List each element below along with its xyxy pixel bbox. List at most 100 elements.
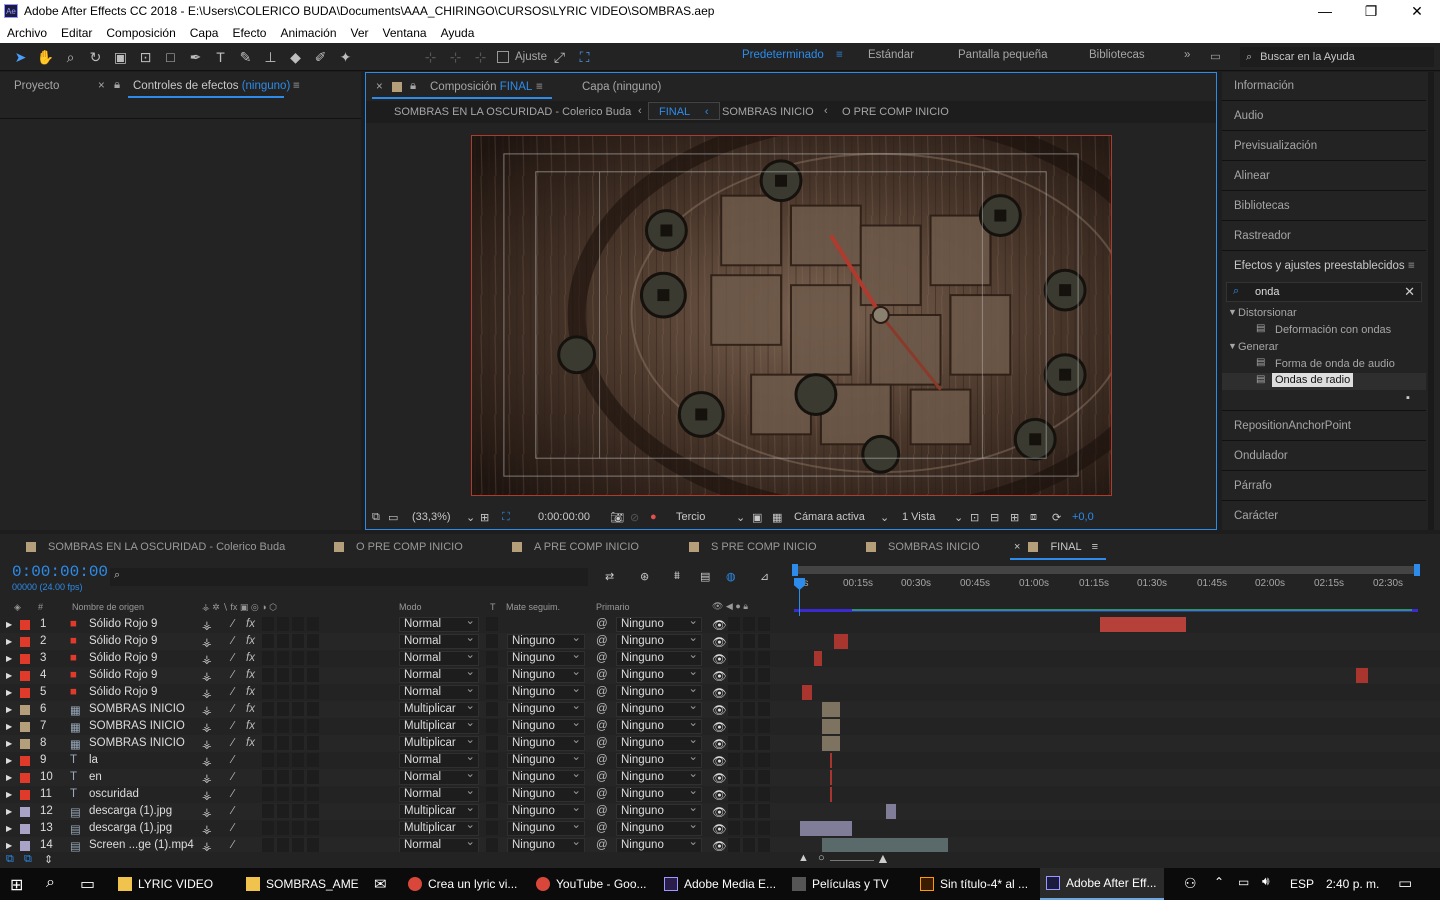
parent-select[interactable]: Ninguno: [616, 819, 702, 836]
solo-switch-box[interactable]: [743, 651, 755, 665]
toggle-in-out-icon[interactable]: ⇕: [44, 853, 53, 866]
3d-switch-box[interactable]: [292, 838, 304, 852]
audio-switch-box[interactable]: [728, 821, 740, 835]
work-area-bar[interactable]: [794, 566, 1418, 574]
pickwhip-icon[interactable]: @: [596, 686, 608, 698]
pen-tool-icon[interactable]: ✒: [183, 46, 208, 68]
layer-source-name[interactable]: descarga (1).jpg: [89, 805, 172, 817]
motion-blur-switch-box[interactable]: [277, 651, 289, 665]
parent-select[interactable]: Ninguno: [616, 768, 702, 785]
audio-switch-box[interactable]: [728, 702, 740, 716]
shy-icon[interactable]: ⩩: [674, 570, 680, 583]
volume-icon[interactable]: 🔊︎: [1262, 874, 1270, 889]
monitor-icon[interactable]: ▭: [388, 511, 408, 524]
quality-switch-icon[interactable]: ∕: [232, 669, 234, 681]
layer-row[interactable]: ▶ 8 ▦ SOMBRAS INICIO ⚶ ∕ fx Multiplicar Ninguno @…: [0, 734, 1440, 752]
label-color-swatch[interactable]: [20, 807, 30, 817]
motion-blur-switch-box[interactable]: [277, 838, 289, 852]
effects-switch-icon[interactable]: fx: [246, 618, 255, 630]
column-header-parent[interactable]: Primario: [596, 602, 630, 612]
layer-track[interactable]: [800, 718, 1420, 735]
preserve-transparency-box[interactable]: [486, 736, 498, 750]
label-column-icon[interactable]: ◈: [14, 602, 21, 613]
panel-caracter[interactable]: Carácter: [1234, 510, 1278, 522]
label-color-swatch[interactable]: [20, 671, 30, 681]
layer-track[interactable]: [800, 684, 1420, 701]
adjustment-switch-box[interactable]: [262, 736, 274, 750]
shy-switch-icon[interactable]: ⚶: [202, 805, 212, 819]
solo-switch-box[interactable]: [743, 804, 755, 818]
menu-efecto[interactable]: Efecto: [225, 26, 273, 40]
label-color-swatch[interactable]: [20, 773, 30, 783]
layer-row[interactable]: ▶ 10 Ten ⚶ ∕ Normal Ninguno @ Ninguno 👁︎: [0, 768, 1440, 786]
taskbar-item[interactable]: LYRIC VIDEO: [118, 868, 213, 900]
shy-switch-icon[interactable]: ⚶: [202, 703, 212, 717]
type-tool-icon[interactable]: T: [208, 46, 233, 68]
layer-duration-bar[interactable]: [800, 821, 852, 836]
clear-search-icon[interactable]: ✕: [1404, 284, 1415, 300]
lock-switch-box[interactable]: [758, 821, 770, 835]
preserve-transparency-box[interactable]: [486, 804, 498, 818]
shy-switch-icon[interactable]: ⚶: [202, 618, 212, 632]
motion-blur-switch-box[interactable]: [277, 685, 289, 699]
layer-row[interactable]: ▶ 3 ■ Sólido Rojo 9 ⚶ ∕ fx Normal Ninguno @ Ningun…: [0, 649, 1440, 667]
track-matte-select[interactable]: Ninguno: [507, 819, 585, 836]
3d-switch-box[interactable]: [307, 804, 319, 818]
blend-mode-select[interactable]: Normal: [399, 751, 479, 768]
panel-audio[interactable]: Audio: [1234, 110, 1263, 122]
motion-blur-switch-box[interactable]: [277, 753, 289, 767]
label-color-swatch[interactable]: [20, 824, 30, 834]
motion-blur-switch-box[interactable]: [277, 770, 289, 784]
exposure-value[interactable]: +0,0: [1072, 511, 1094, 523]
solo-switch-box[interactable]: [743, 821, 755, 835]
quality-switch-icon[interactable]: ∕: [232, 720, 234, 732]
layer-source-name[interactable]: Sólido Rojo 9: [89, 652, 157, 664]
pickwhip-icon[interactable]: @: [596, 839, 608, 851]
visibility-eye-icon[interactable]: 👁︎: [712, 754, 727, 768]
3d-switch-box[interactable]: [307, 736, 319, 750]
tree-item-ondas-radio[interactable]: Ondas de radio: [1272, 373, 1354, 387]
quality-switch-icon[interactable]: ∕: [232, 652, 234, 664]
layer-source-name[interactable]: Sólido Rojo 9: [89, 669, 157, 681]
axis-world-icon[interactable]: ⊹: [443, 46, 468, 68]
breadcrumb-item[interactable]: SOMBRAS INICIO: [722, 106, 814, 118]
expand-triangle-icon[interactable]: ▶: [6, 807, 12, 816]
expand-triangle-icon[interactable]: ▶: [6, 824, 12, 833]
tree-group-generar[interactable]: Generar: [1238, 341, 1278, 353]
zoom-slider-track[interactable]: [830, 860, 874, 861]
column-header-t[interactable]: T: [490, 602, 496, 612]
quality-switch-icon[interactable]: ∕: [232, 737, 234, 749]
label-color-swatch[interactable]: [20, 722, 30, 732]
axis-local-icon[interactable]: ⊹: [418, 46, 443, 68]
panel-ondulador[interactable]: Ondulador: [1234, 450, 1288, 462]
audio-switch-box[interactable]: [728, 787, 740, 801]
3d-switch-box[interactable]: [292, 685, 304, 699]
layer-source-name[interactable]: SOMBRAS INICIO: [89, 737, 185, 749]
snapshot-camera-icon[interactable]: 📷︎: [610, 511, 630, 524]
magnification-select[interactable]: (33,3%): [412, 511, 466, 523]
3d-switch-box[interactable]: [307, 719, 319, 733]
timeline-tab-active[interactable]: × FINAL ≡: [1014, 541, 1098, 553]
camera-tool-icon[interactable]: ▣: [108, 46, 133, 68]
3d-switch-box[interactable]: [307, 685, 319, 699]
label-color-swatch[interactable]: [20, 790, 30, 800]
workspace-estandar[interactable]: Estándar: [868, 49, 914, 61]
layer-track[interactable]: [800, 701, 1420, 718]
track-matte-select[interactable]: Ninguno: [507, 785, 585, 802]
track-matte-select[interactable]: Ninguno: [507, 734, 585, 751]
blend-mode-select[interactable]: Multiplicar: [399, 700, 479, 717]
maximize-icon[interactable]: ❐: [1348, 0, 1394, 22]
visibility-eye-icon[interactable]: 👁︎: [712, 805, 727, 819]
track-matte-select[interactable]: Ninguno: [507, 683, 585, 700]
adjustment-switch-box[interactable]: [262, 651, 274, 665]
composition-viewer[interactable]: [471, 135, 1112, 496]
layer-source-name[interactable]: Screen ...ge (1).mp4: [89, 839, 194, 851]
parent-select[interactable]: Ninguno: [616, 802, 702, 819]
mask-visibility-icon[interactable]: ⛶: [502, 511, 524, 524]
shy-switch-icon[interactable]: ⚶: [202, 669, 212, 683]
tree-item-forma-onda[interactable]: Forma de onda de audio: [1275, 358, 1395, 370]
keyboard-shortcut-icon[interactable]: ▭: [1210, 49, 1221, 63]
parent-select[interactable]: Ninguno: [616, 751, 702, 768]
expand-triangle-icon[interactable]: ▶: [6, 620, 12, 629]
layer-track[interactable]: [800, 667, 1420, 684]
